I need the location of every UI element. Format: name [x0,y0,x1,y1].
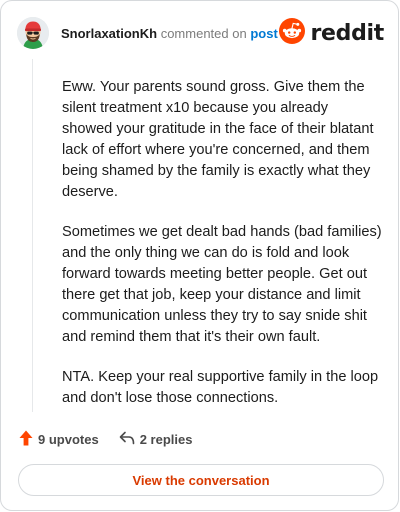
post-link[interactable]: post [250,26,277,41]
author-name[interactable]: SnorlaxationKh [61,26,157,41]
reply-action[interactable]: 2 replies [119,431,193,448]
reddit-wordmark: reddit [310,20,384,46]
comment-paragraph-2: Sometimes we get dealt bad hands (bad fa… [62,224,382,345]
commented-on-text: commented on [160,26,247,41]
embedded-comment-card: SnorlaxationKh commented on post reddit [0,0,399,511]
avatar[interactable] [17,17,49,49]
reddit-snoo-icon [279,17,306,49]
thread-line [32,59,33,412]
reply-arrow-icon[interactable] [119,431,135,448]
comment-paragraph-1: Eww. Your parents sound gross. Give them… [62,79,374,200]
comment-header: SnorlaxationKh commented on post reddit [17,17,384,53]
comment-actions: 9 upvotes 2 replies [19,429,192,449]
arrow-up-icon[interactable] [19,430,33,449]
comment-paragraph-3: NTA. Keep your real supportive family in… [62,369,379,406]
reddit-brand[interactable]: reddit [279,17,384,49]
comment-byline: SnorlaxationKh commented on post [61,26,278,42]
upvote-action[interactable]: 9 upvotes [19,430,99,449]
comment-body: Eww. Your parents sound gross. Give them… [62,77,382,428]
upvote-count: 9 upvotes [38,431,99,447]
view-conversation-button[interactable]: View the conversation [18,464,384,496]
reply-count: 2 replies [139,431,193,447]
